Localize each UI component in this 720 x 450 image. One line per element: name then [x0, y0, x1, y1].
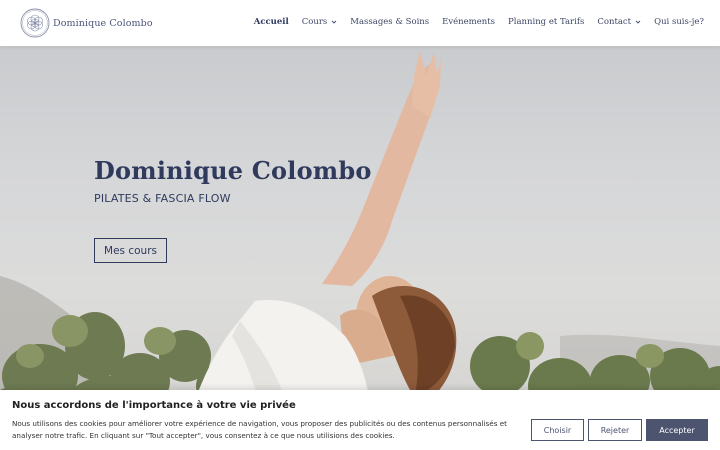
chevron-down-icon: [331, 20, 337, 24]
cookie-title: Nous accordons de l'importance à votre v…: [12, 400, 296, 411]
logo-text: Dominique Colombo: [53, 17, 153, 29]
nav-label: Massages & Soins: [350, 17, 430, 27]
nav-label: Accueil: [253, 17, 289, 27]
chevron-down-icon: [635, 20, 641, 24]
nav-item-accueil[interactable]: Accueil: [254, 17, 289, 27]
nav-item-evenements[interactable]: Evénements: [442, 17, 495, 27]
site-header: Dominique Colombo Accueil Cours Massages…: [0, 0, 720, 46]
mes-cours-button[interactable]: Mes cours: [94, 238, 167, 263]
nav-label: Qui suis-je?: [654, 17, 704, 27]
cookie-customize-button[interactable]: Choisir: [531, 419, 584, 441]
nav-item-cours[interactable]: Cours: [302, 17, 338, 27]
hero-subtitle: PILATES & FASCIA FLOW: [94, 192, 231, 205]
nav-label: Evénements: [442, 17, 496, 27]
nav-label: Cours: [301, 17, 328, 27]
cookie-banner: Nous accordons de l'importance à votre v…: [0, 390, 720, 450]
flower-of-life-icon: [20, 8, 50, 38]
nav-label: Planning et Tarifs: [508, 17, 585, 27]
main-nav: Accueil Cours Massages & Soins Evénement…: [241, 17, 704, 27]
nav-item-massages[interactable]: Massages & Soins: [350, 17, 429, 27]
nav-item-contact[interactable]: Contact: [597, 17, 641, 27]
cookie-text: Nous utilisons des cookies pour améliore…: [12, 419, 507, 440]
cookie-accept-button[interactable]: Accepter: [646, 419, 708, 441]
nav-item-planning[interactable]: Planning et Tarifs: [508, 17, 584, 27]
nav-item-qui-suis-je[interactable]: Qui suis-je?: [654, 17, 704, 27]
nav-label: Contact: [597, 17, 632, 27]
site-logo[interactable]: Dominique Colombo: [20, 8, 153, 38]
cookie-reject-button[interactable]: Rejeter: [588, 419, 642, 441]
hero-title: Dominique Colombo: [94, 156, 372, 185]
